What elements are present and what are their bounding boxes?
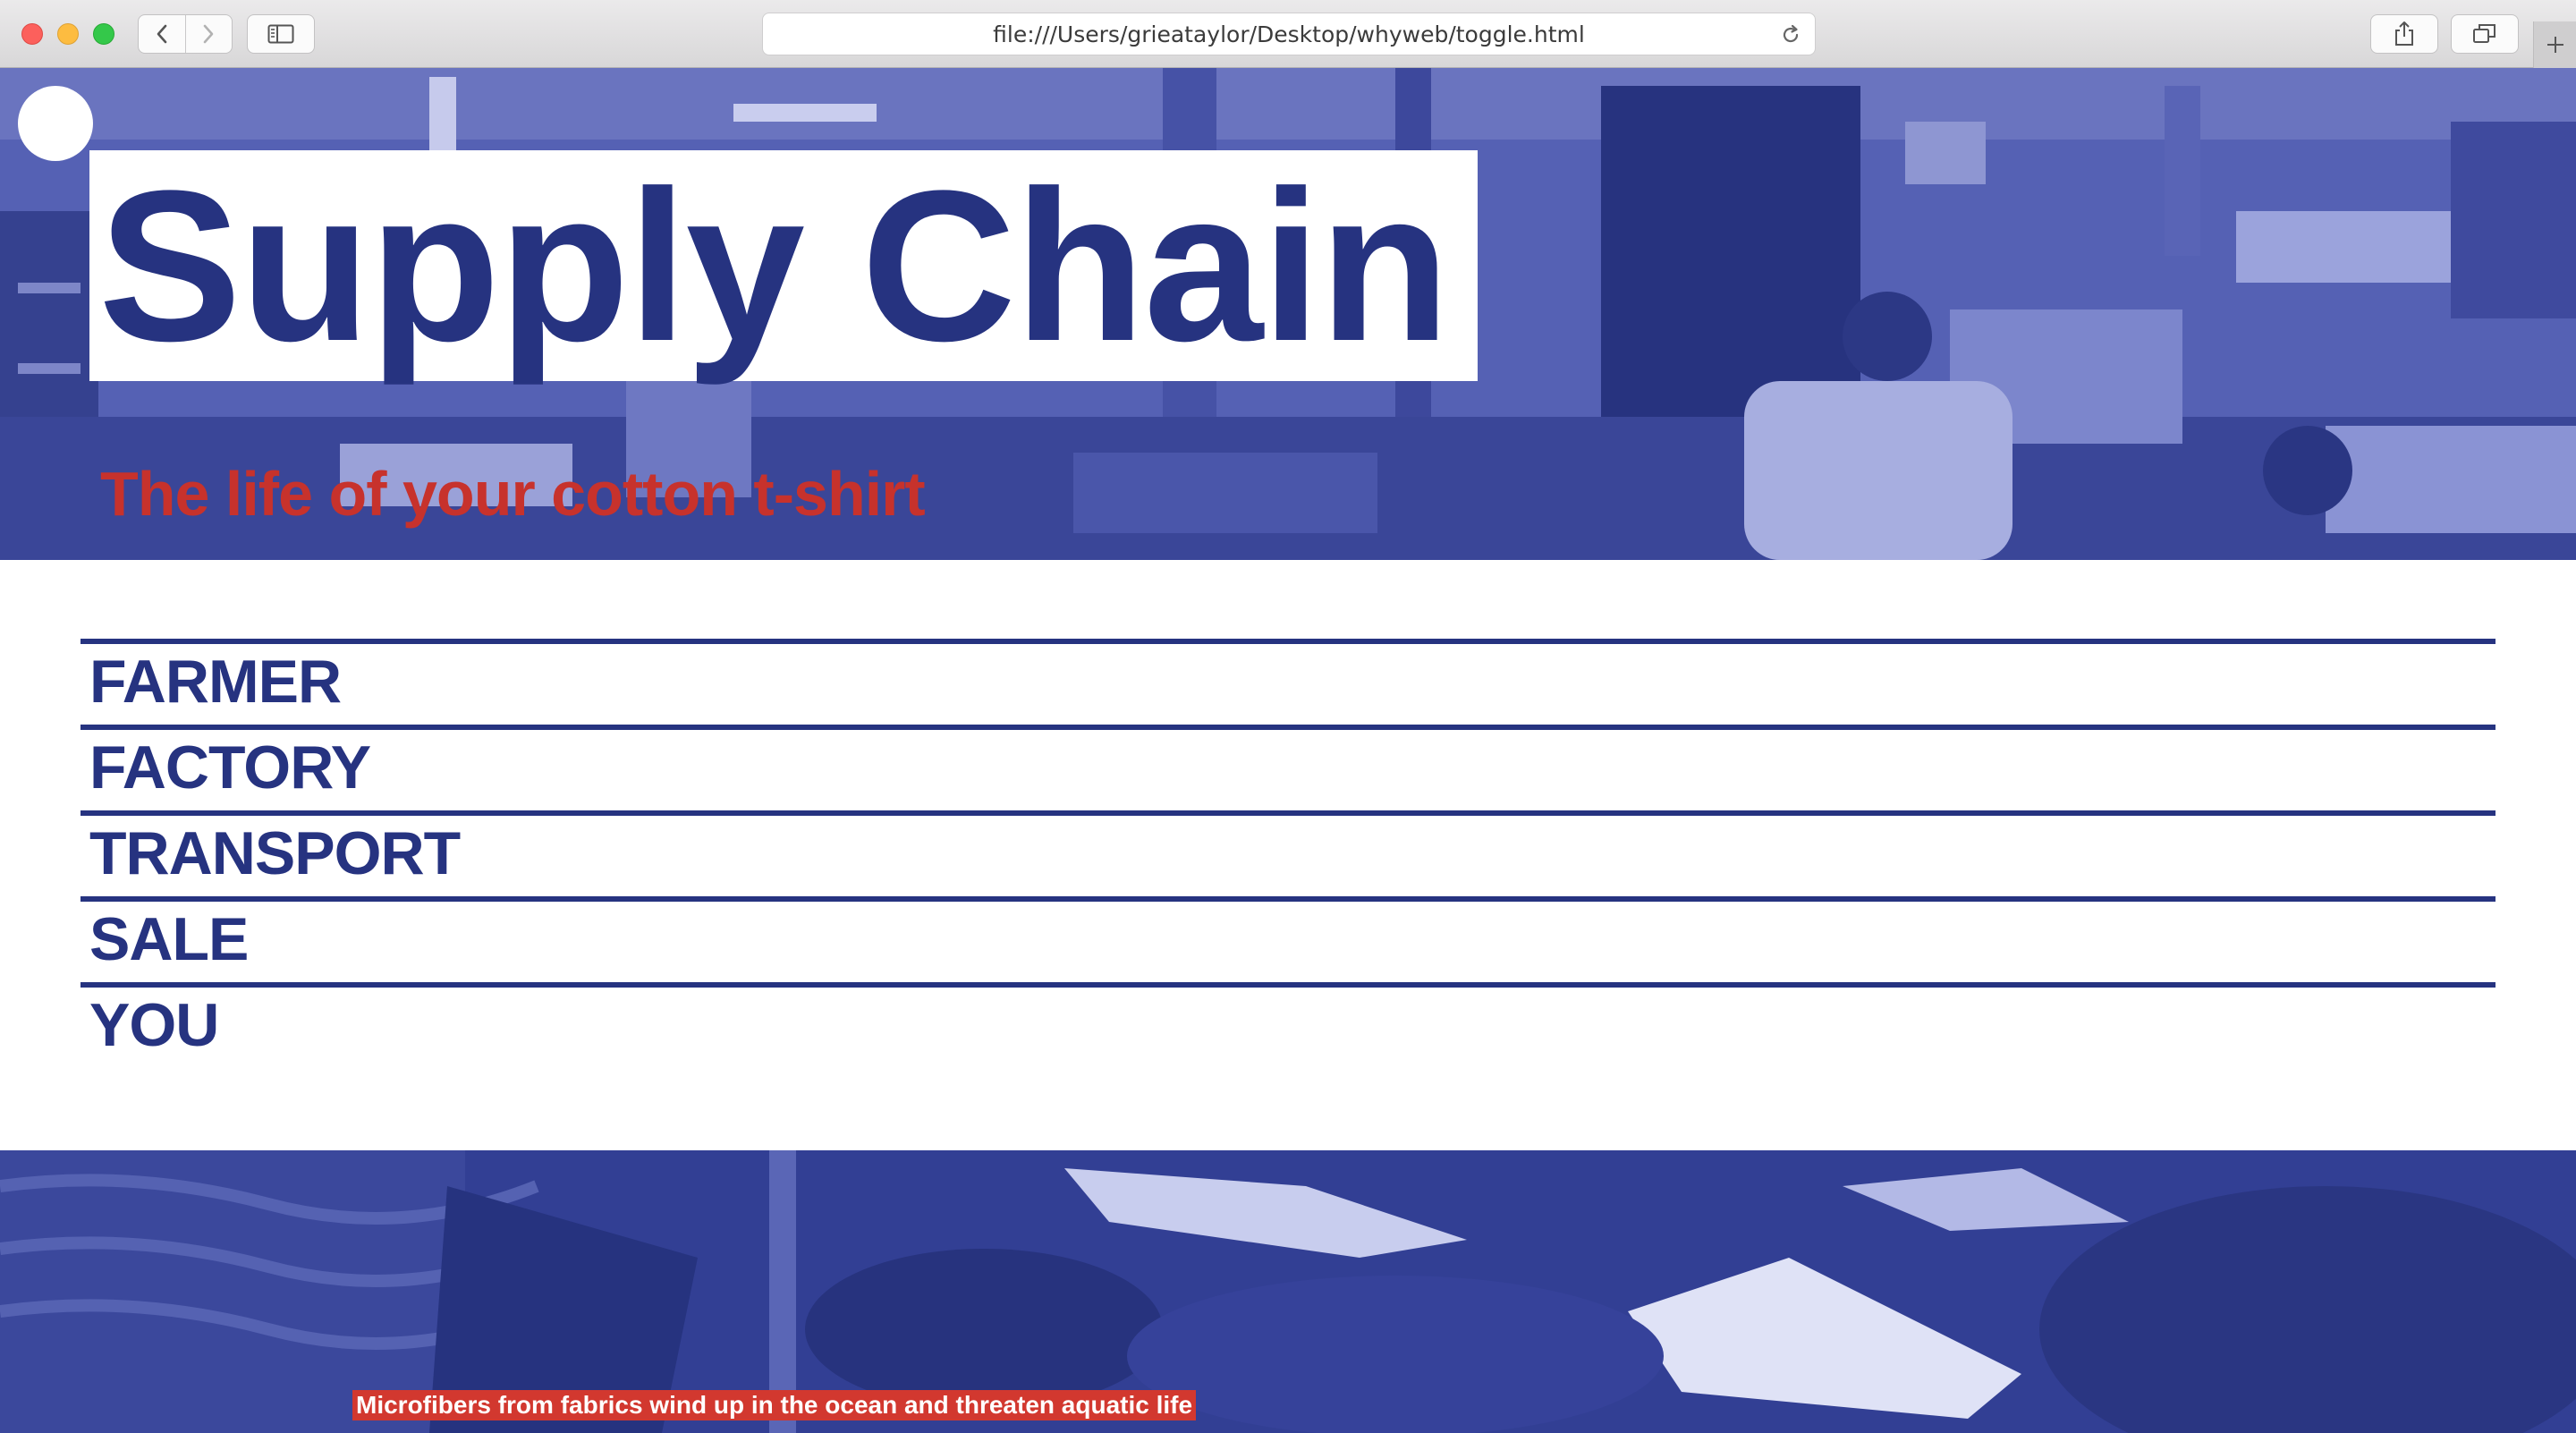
menu-divider — [80, 810, 2496, 816]
share-icon — [2395, 21, 2413, 46]
menu-divider — [80, 639, 2496, 644]
reload-icon[interactable] — [1779, 23, 1802, 47]
back-button[interactable] — [139, 15, 185, 53]
sidebar-icon — [267, 24, 294, 44]
address-bar[interactable]: file:///Users/grieataylor/Desktop/whyweb… — [762, 13, 1816, 55]
minimize-window-button[interactable] — [57, 23, 79, 45]
show-tabs-button[interactable] — [2451, 14, 2519, 54]
menu-divider — [80, 982, 2496, 988]
new-tab-button[interactable] — [2533, 21, 2576, 68]
page-title: Supply Chain — [98, 146, 1450, 386]
hero-banner: Supply Chain The life of your cotton t-s… — [0, 68, 2576, 560]
url-text[interactable]: file:///Users/grieataylor/Desktop/whyweb… — [763, 13, 1815, 56]
tabs-icon — [2473, 24, 2496, 43]
plus-icon — [2546, 37, 2563, 53]
footer-banner: Microfibers from fabrics wind up in the … — [0, 1150, 2576, 1433]
forward-button[interactable] — [184, 15, 233, 53]
share-button[interactable] — [2370, 14, 2438, 54]
title-box: Supply Chain — [89, 150, 1478, 381]
forward-chevron-icon — [203, 24, 214, 44]
browser-toolbar: file:///Users/grieataylor/Desktop/whyweb… — [0, 0, 2576, 68]
back-chevron-icon — [157, 24, 167, 44]
menu-item-farmer[interactable]: FARMER — [89, 648, 342, 716]
sidebar-toggle-button[interactable] — [247, 14, 315, 54]
menu-item-transport[interactable]: TRANSPORT — [89, 819, 461, 887]
menu-item-factory[interactable]: FACTORY — [89, 733, 371, 801]
page-subtitle: The life of your cotton t-shirt — [100, 459, 926, 529]
menu-toggle-circle[interactable] — [18, 86, 93, 161]
menu-divider — [80, 896, 2496, 902]
maximize-window-button[interactable] — [93, 23, 114, 45]
menu-item-you[interactable]: YOU — [89, 991, 219, 1059]
menu-item-sale[interactable]: SALE — [89, 905, 249, 973]
footer-caption: Microfibers from fabrics wind up in the … — [352, 1390, 1197, 1420]
history-nav — [138, 14, 233, 54]
close-window-button[interactable] — [21, 23, 43, 45]
menu-divider — [80, 725, 2496, 730]
